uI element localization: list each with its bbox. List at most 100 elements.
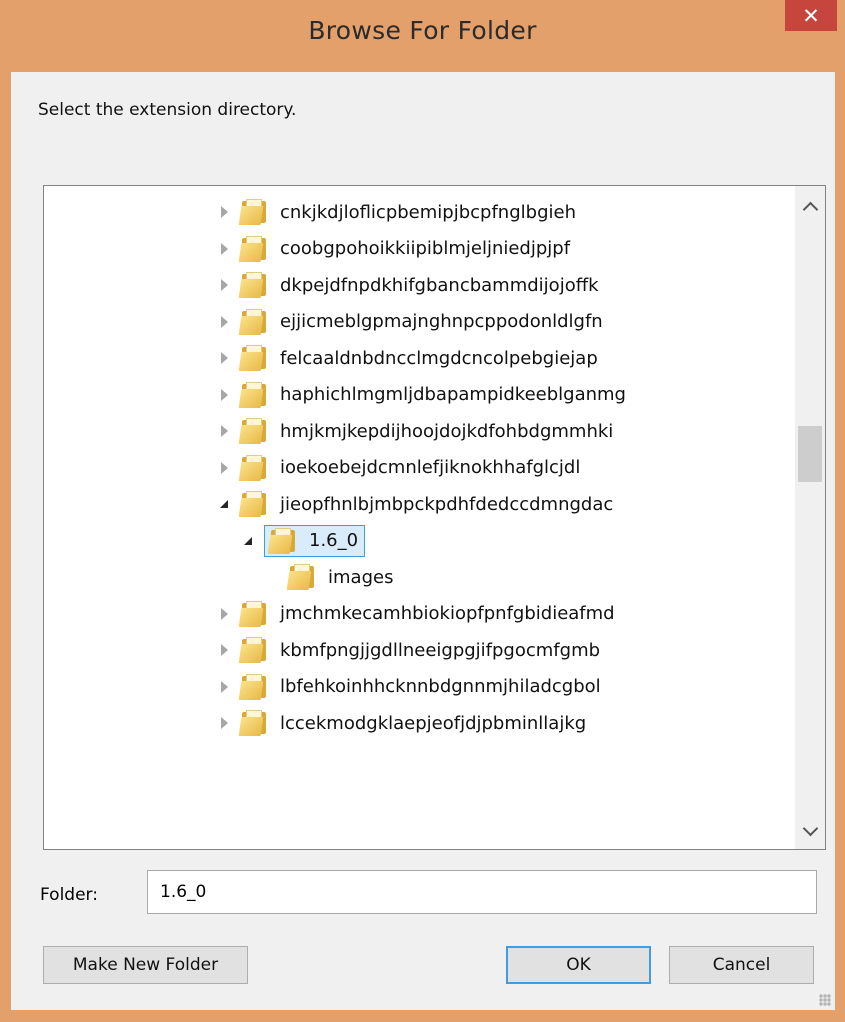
tree-item[interactable]: lccekmodgklaepjeofjdjpbminllajkg	[216, 705, 586, 741]
expand-arrow-icon[interactable]	[216, 350, 232, 366]
scroll-up-button[interactable]	[795, 192, 825, 222]
expand-arrow-icon[interactable]	[216, 314, 232, 330]
item-box[interactable]: ioekoebejdcmnlefjiknokhhafglcjdl	[238, 454, 581, 481]
folder-icon	[238, 710, 268, 736]
expand-arrow-icon[interactable]	[216, 715, 232, 731]
item-box[interactable]: hmjkmjkepdijhoojdojkdfohbdgmmhki	[238, 418, 614, 444]
cancel-label: Cancel	[712, 955, 771, 975]
tree-item-label: ejjicmeblgpmajnghnpcppodonldlgfn	[280, 311, 603, 332]
item-box[interactable]: felcaaldnbdncclmgdcncolpebgiejap	[238, 345, 598, 371]
selected-item-box[interactable]: 1.6_0	[264, 524, 366, 557]
tree-item[interactable]: dkpejdfnpdkhifgbancbammdijojoffk	[216, 267, 599, 303]
browse-folder-dialog: Browse For Folder ✕ Select the extension…	[0, 0, 845, 1022]
folder-icon	[286, 564, 316, 590]
tree-item[interactable]: jieopfhnlbjmbpckpdhfdedccdmngdac	[216, 486, 613, 522]
triangle-right-icon	[220, 607, 228, 620]
tree-item-label: images	[328, 566, 394, 588]
folder-icon	[238, 381, 268, 408]
tree-item[interactable]: jmchmkecamhbiokiopfpnfgbidieafmd	[216, 596, 615, 632]
folder-icon	[238, 272, 268, 298]
tree-item-label: ioekoebejdcmnlefjiknokhhafglcjdl	[280, 457, 581, 478]
folder-icon	[238, 673, 268, 700]
triangle-right-icon	[220, 242, 228, 255]
tree-item[interactable]: ioekoebejdcmnlefjiknokhhafglcjdl	[216, 450, 580, 486]
item-box[interactable]: lccekmodgklaepjeofjdjpbminllajkg	[238, 710, 587, 736]
tree-item[interactable]: kbmfpngjjgdllneeigpgjifpgocmfgmb	[216, 632, 600, 668]
folder-icon	[238, 491, 268, 517]
item-box[interactable]: jieopfhnlbjmbpckpdhfdedccdmngdac	[238, 491, 614, 517]
tree-item-label: 1.6_0	[309, 530, 359, 551]
item-box[interactable]: cnkjkdjloflicpbemipjbcpfnglbgieh	[238, 199, 576, 225]
tree-item[interactable]: cnkjkdjloflicpbemipjbcpfnglbgieh	[216, 194, 576, 230]
folder-name-input[interactable]	[147, 870, 817, 914]
expand-arrow-icon[interactable]	[216, 460, 232, 476]
triangle-right-icon	[220, 717, 228, 729]
item-box[interactable]: dkpejdfnpdkhifgbancbammdijojoffk	[238, 272, 599, 298]
tree-item-label: lbfehkoinhhcknnbdgnnmjhiladcgbol	[280, 676, 601, 697]
folder-tree[interactable]: cnkjkdjloflicpbemipjbcpfnglbgieh coobgpoh…	[43, 185, 826, 850]
tree-item-label: dkpejdfnpdkhifgbancbammdijojoffk	[280, 274, 599, 296]
tree-item-label: felcaaldnbdncclmgdcncolpebgiejap	[280, 347, 598, 369]
tree-item-label: jmchmkecamhbiokiopfpnfgbidieafmd	[280, 603, 615, 624]
close-icon: ✕	[802, 3, 820, 28]
expand-arrow-icon[interactable]	[216, 241, 232, 257]
cancel-button[interactable]: Cancel	[669, 946, 814, 984]
tree-item[interactable]: ejjicmeblgpmajnghnpcppodonldlgfn	[216, 304, 603, 340]
expand-arrow-icon[interactable]	[216, 606, 232, 622]
scroll-down-button[interactable]	[795, 815, 825, 845]
tree-item[interactable]: coobgpohoikkiipiblmjeljniedjpjpf	[216, 231, 570, 267]
expand-arrow-icon[interactable]	[216, 387, 232, 403]
item-box[interactable]: images	[286, 564, 394, 590]
tree-item[interactable]: 1.6_0	[240, 523, 366, 559]
title-bar[interactable]: Browse For Folder ✕	[0, 0, 845, 72]
resize-grip-icon[interactable]	[819, 994, 831, 1006]
triangle-right-icon	[220, 425, 228, 437]
tree-item-label: hmjkmjkepdijhoojdojkdfohbdgmmhki	[280, 420, 614, 442]
folder-icon	[238, 600, 268, 627]
item-box[interactable]: ejjicmeblgpmajnghnpcppodonldlgfn	[238, 308, 603, 335]
tree-item[interactable]: hmjkmjkepdijhoojdojkdfohbdgmmhki	[216, 413, 613, 449]
triangle-right-icon	[220, 388, 228, 401]
tree-item-label: coobgpohoikkiipiblmjeljniedjpjpf	[280, 238, 571, 259]
item-box[interactable]: kbmfpngjjgdllneeigpgjifpgocmfgmb	[238, 637, 601, 663]
ok-button[interactable]: OK	[506, 946, 651, 984]
tree-item[interactable]: lbfehkoinhhcknnbdgnnmjhiladcgbol	[216, 669, 601, 705]
tree-item[interactable]: haphichlmgmljdbapampidkeeblganmg	[216, 377, 626, 413]
tree-item-label: jieopfhnlbjmbpckpdhfdedccdmngdac	[280, 493, 614, 515]
triangle-down-icon	[244, 536, 252, 545]
triangle-right-icon	[220, 352, 228, 364]
expand-arrow-icon[interactable]	[216, 277, 232, 293]
scroll-thumb[interactable]	[798, 426, 822, 482]
expand-arrow-icon[interactable]	[216, 423, 232, 439]
expand-arrow-icon[interactable]	[216, 642, 232, 658]
folder-icon	[238, 199, 268, 225]
item-box[interactable]: jmchmkecamhbiokiopfpnfgbidieafmd	[238, 600, 615, 627]
make-new-folder-button[interactable]: Make New Folder	[43, 946, 248, 984]
tree-item-label: kbmfpngjjgdllneeigpgjifpgocmfgmb	[280, 639, 601, 661]
item-box[interactable]: haphichlmgmljdbapampidkeeblganmg	[238, 381, 626, 408]
chevron-up-icon	[802, 201, 818, 217]
tree-item-label: cnkjkdjloflicpbemipjbcpfnglbgieh	[280, 201, 576, 223]
tree-item[interactable]: felcaaldnbdncclmgdcncolpebgiejap	[216, 340, 598, 376]
close-button[interactable]: ✕	[785, 0, 837, 31]
triangle-right-icon	[220, 315, 228, 328]
collapse-arrow-icon[interactable]	[240, 533, 256, 549]
vertical-scrollbar[interactable]	[795, 186, 825, 849]
tree-item-label: lccekmodgklaepjeofjdjpbminllajkg	[280, 712, 587, 734]
dialog-title: Browse For Folder	[308, 16, 537, 45]
collapse-arrow-icon[interactable]	[216, 496, 232, 512]
triangle-right-icon	[220, 680, 228, 693]
expand-arrow-icon[interactable]	[216, 204, 232, 220]
make-new-folder-label: Make New Folder	[72, 955, 219, 975]
item-box[interactable]: coobgpohoikkiipiblmjeljniedjpjpf	[238, 235, 571, 262]
dialog-body: Select the extension directory. cnkjkdjl…	[11, 72, 835, 1010]
folder-icon	[238, 345, 268, 371]
expand-arrow-icon[interactable]	[216, 679, 232, 695]
triangle-down-icon	[220, 500, 228, 508]
folder-icon	[267, 527, 297, 554]
item-box[interactable]: lbfehkoinhhcknnbdgnnmjhiladcgbol	[238, 673, 601, 700]
tree-item[interactable]: images	[264, 559, 393, 595]
tree-item-label: haphichlmgmljdbapampidkeeblganmg	[280, 384, 626, 405]
dialog-prompt: Select the extension directory.	[38, 100, 297, 120]
